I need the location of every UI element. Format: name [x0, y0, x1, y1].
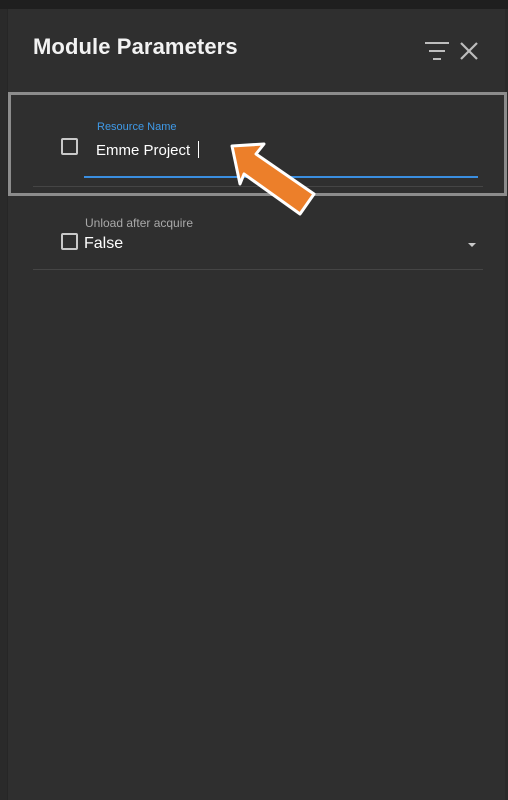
divider — [33, 186, 483, 187]
close-icon — [460, 42, 478, 60]
unload-after-acquire-label: Unload after acquire — [85, 216, 194, 230]
text-caret — [198, 141, 199, 158]
left-strip — [0, 9, 8, 800]
close-button[interactable] — [457, 39, 481, 63]
resource-name-underline — [84, 176, 478, 178]
unload-after-acquire-value: False — [84, 235, 124, 252]
panel-title: Module Parameters — [33, 34, 238, 59]
filter-button[interactable] — [424, 40, 450, 62]
resource-name-checkbox[interactable] — [61, 138, 78, 155]
resource-name-input[interactable] — [96, 139, 466, 161]
unload-after-acquire-checkbox[interactable] — [61, 233, 78, 250]
filter-icon — [425, 42, 449, 60]
caret-down-icon — [468, 243, 476, 247]
divider — [33, 269, 483, 270]
unload-after-acquire-select[interactable] — [84, 232, 484, 258]
top-bar — [0, 0, 508, 9]
resource-name-label: Resource Name — [97, 121, 177, 133]
